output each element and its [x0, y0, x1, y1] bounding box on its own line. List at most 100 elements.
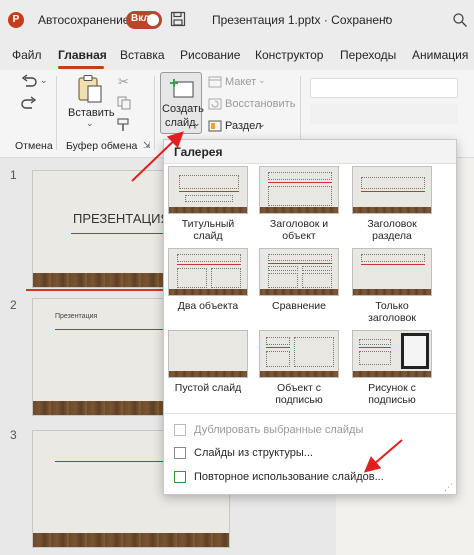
- layout-blank[interactable]: Пустой слайд: [168, 330, 248, 394]
- wood-floor: [169, 371, 247, 377]
- reuse-slides-item[interactable]: Повторное использование слайдов...: [174, 471, 384, 484]
- placeholder: [185, 195, 233, 202]
- placeholder: [268, 186, 332, 206]
- section-icon[interactable]: [208, 120, 222, 132]
- layout-comparison[interactable]: Сравнение: [259, 248, 339, 312]
- reset-icon[interactable]: [208, 98, 222, 110]
- placeholder: [361, 177, 425, 189]
- red-line: [268, 182, 332, 183]
- placeholder: [268, 266, 298, 271]
- layout-title-slide[interactable]: Титульный слайд: [168, 166, 248, 242]
- layout-gallery-menu: Галерея Титульный слайд Заголовок и объе…: [163, 139, 457, 495]
- layout-title-content[interactable]: Заголовок и объект: [259, 166, 339, 242]
- new-slide-label-1[interactable]: Создать: [162, 103, 204, 115]
- chevron-down-icon[interactable]: ⌄: [86, 118, 94, 129]
- menu-separator: [164, 413, 456, 414]
- slide-number: 1: [10, 168, 17, 182]
- layout-thumbnail: [168, 166, 248, 214]
- slide-title: Презентация: [55, 313, 98, 320]
- layout-name: Два объекта: [177, 300, 239, 312]
- wood-floor: [353, 207, 431, 213]
- wood-floor: [353, 371, 431, 377]
- new-slide-icon: [170, 79, 194, 98]
- layout-section-header[interactable]: Заголовок раздела: [352, 166, 432, 242]
- layout-button[interactable]: Макет: [225, 76, 256, 88]
- ribbon-separator: [154, 76, 155, 150]
- layout-thumbnail: [352, 330, 432, 378]
- red-line: [179, 191, 239, 192]
- layout-content-caption[interactable]: Объект с подписью: [259, 330, 339, 406]
- chevron-down-icon[interactable]: ⌄: [382, 11, 390, 22]
- placeholder: [359, 351, 391, 365]
- cut-icon[interactable]: ✂: [118, 74, 129, 90]
- placeholder: [268, 254, 332, 261]
- placeholder: [177, 254, 241, 262]
- layout-name: Объект с подписью: [275, 382, 323, 406]
- tab-draw[interactable]: Рисование: [180, 48, 240, 62]
- undo-icon[interactable]: [20, 74, 38, 88]
- layout-name: Титульный слайд: [181, 218, 235, 242]
- red-line: [177, 264, 241, 265]
- wood-floor: [260, 207, 338, 213]
- layout-two-content[interactable]: Два объекта: [168, 248, 248, 312]
- dialog-launcher-icon[interactable]: ⇲: [143, 140, 151, 151]
- chevron-down-icon[interactable]: ⌄: [193, 118, 201, 129]
- slide-number: 3: [10, 428, 17, 442]
- search-icon[interactable]: [452, 12, 468, 28]
- duplicate-slides-item[interactable]: Дублировать выбранные слайды: [174, 424, 363, 437]
- title-bar: P Автосохранение Вкл Презентация 1.pptx …: [0, 0, 474, 40]
- insertion-marker: [26, 289, 166, 291]
- tab-file[interactable]: Файл: [12, 48, 42, 62]
- chevron-down-icon[interactable]: ⌄: [258, 119, 266, 130]
- layout-thumbnail: [168, 248, 248, 296]
- format-painter-icon[interactable]: [117, 118, 133, 132]
- copy-icon[interactable]: [117, 96, 131, 110]
- layout-thumbnail: [352, 248, 432, 296]
- placeholder: [268, 172, 332, 180]
- layout-title-only[interactable]: Только заголовок: [352, 248, 432, 324]
- wood-floor: [260, 289, 338, 295]
- chevron-down-icon[interactable]: ⌄: [258, 75, 266, 86]
- placeholder: [302, 273, 332, 288]
- slide-title: ПРЕЗЕНТАЦИЯ: [73, 211, 170, 226]
- placeholder: [361, 254, 425, 262]
- placeholder: [179, 175, 239, 189]
- autosave-toggle[interactable]: Вкл: [126, 11, 162, 29]
- reset-button[interactable]: Восстановить: [225, 98, 295, 110]
- tab-home[interactable]: Главная: [58, 48, 107, 62]
- placeholder: [268, 273, 298, 288]
- placeholder: [302, 266, 332, 271]
- new-slide-label-2[interactable]: слайд: [165, 117, 196, 129]
- redo-icon[interactable]: [20, 96, 38, 110]
- tab-animations[interactable]: Анимация: [412, 48, 468, 62]
- layout-thumbnail: [259, 330, 339, 378]
- slide-number: 2: [10, 298, 17, 312]
- layout-icon[interactable]: [208, 76, 222, 88]
- reuse-icon: [174, 471, 186, 484]
- document-title[interactable]: Презентация 1.pptx · Сохранено: [212, 13, 392, 27]
- paste-icon[interactable]: [76, 74, 104, 104]
- wood-floor: [353, 289, 431, 295]
- toggle-knob: [147, 14, 159, 26]
- tab-transitions[interactable]: Переходы: [340, 48, 396, 62]
- wood-floor: [33, 533, 229, 547]
- placeholder: [266, 337, 290, 345]
- layout-thumbnail: [168, 330, 248, 378]
- section-button[interactable]: Раздел: [225, 120, 261, 132]
- active-tab-indicator: [58, 66, 104, 69]
- resize-grip-icon[interactable]: ⋰: [444, 482, 453, 493]
- tab-design[interactable]: Конструктор: [255, 48, 323, 62]
- font-name-box[interactable]: [310, 78, 458, 98]
- reuse-label: Повторное использование слайдов...: [194, 471, 384, 483]
- layout-name: Только заголовок: [368, 300, 416, 324]
- layout-name: Сравнение: [272, 300, 326, 312]
- ribbon-separator: [56, 76, 57, 150]
- placeholder: [211, 268, 241, 288]
- slides-from-outline-item[interactable]: Слайды из структуры...: [174, 447, 313, 460]
- tab-insert[interactable]: Вставка: [120, 48, 165, 62]
- save-icon[interactable]: [170, 11, 186, 27]
- red-line: [361, 191, 425, 192]
- layout-picture-caption[interactable]: Рисунок с подписью: [352, 330, 432, 406]
- chevron-down-icon[interactable]: ⌄: [40, 75, 48, 86]
- layout-thumbnail: [259, 248, 339, 296]
